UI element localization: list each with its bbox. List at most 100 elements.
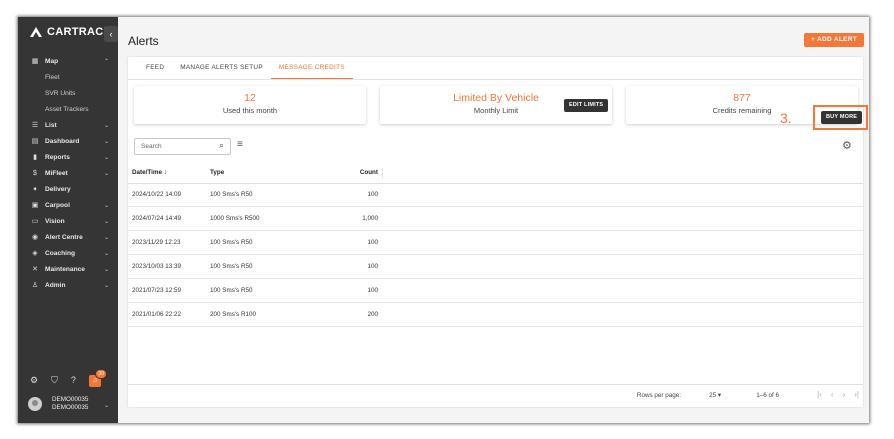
brand-name: CARTRACK xyxy=(47,26,112,38)
app-window: CARTRACK ‹ ▦ Map ⌃ Fleet SVR Units Asset Trac… xyxy=(18,17,869,423)
sidebar-item-label: Asset Trackers xyxy=(45,105,89,113)
table-row[interactable]: 2023/11/29 12:23 100 Sms's R50 100 xyxy=(128,231,863,255)
sidebar-item-maintenance[interactable]: ✕ Maintenance ⌄ xyxy=(18,261,118,277)
shield-icon[interactable]: ⛉ xyxy=(51,375,58,387)
search-box: ⌕ xyxy=(134,138,231,155)
cell-type: 100 Sms's R50 xyxy=(210,263,253,270)
used-this-month-card: 12 Used this month xyxy=(134,86,366,124)
help-icon[interactable]: ? xyxy=(71,375,76,387)
monthly-limit-card: Limited By Vehicle Monthly Limit EDIT LI… xyxy=(380,86,612,124)
chevron-down-icon: ⌄ xyxy=(103,234,109,241)
sidebar-item-dashboard[interactable]: ▤ Dashboard ⌄ xyxy=(18,133,118,149)
sidebar-item-map[interactable]: ▦ Map ⌃ xyxy=(18,53,118,69)
sidebar-item-label: Alert Centre xyxy=(45,233,83,241)
table-row[interactable]: 2024/07/24 14:49 1000 Sms's R500 1,000 xyxy=(128,207,863,231)
cell-datetime: 2021/01/06 22:22 xyxy=(132,311,182,318)
tab-feed[interactable]: FEED xyxy=(138,57,172,79)
sidebar-item-alert-centre[interactable]: ◉ Alert Centre ⌄ xyxy=(18,229,118,245)
tab-manage-alerts-setup[interactable]: MANAGE ALERTS SETUP xyxy=(172,57,271,79)
chevron-down-icon[interactable]: ⌄ xyxy=(104,402,109,409)
next-page-icon[interactable]: › xyxy=(843,390,846,399)
chevron-down-icon: ⌄ xyxy=(103,250,109,257)
sidebar-item-label: Admin xyxy=(45,281,66,289)
used-value: 12 xyxy=(244,92,256,104)
sidebar-item-label: Fleet xyxy=(45,73,60,81)
settings-icon[interactable]: ⚙ xyxy=(30,375,38,387)
table-row[interactable]: 2024/10/22 14:09 100 Sms's R50 100 xyxy=(128,183,863,207)
chevron-down-icon: ⌄ xyxy=(103,154,109,161)
column-datetime[interactable]: Date/Time ↓ xyxy=(132,169,167,176)
prev-page-icon[interactable]: ‹ xyxy=(831,390,834,399)
sidebar-item-label: Vision xyxy=(45,217,65,225)
cell-datetime: 2023/10/03 13:39 xyxy=(132,263,182,270)
last-page-icon[interactable]: ›| xyxy=(854,390,859,399)
table-row[interactable]: 2023/10/03 13:39 100 Sms's R50 100 xyxy=(128,255,863,279)
chevron-down-icon: ⌄ xyxy=(103,218,109,225)
sidebar-item-vision[interactable]: ▭ Vision ⌄ xyxy=(18,213,118,229)
buy-more-button[interactable]: BUY MORE xyxy=(821,111,863,124)
sidebar-item-mifleet[interactable]: $ MiFleet ⌄ xyxy=(18,165,118,181)
sidebar-item-asset-trackers[interactable]: Asset Trackers xyxy=(18,101,118,117)
tools-icon: ✕ xyxy=(32,266,38,273)
sidebar-item-carpool[interactable]: ▣ Carpool ⌄ xyxy=(18,197,118,213)
highlight-box: BUY MORE xyxy=(813,105,868,130)
cell-type: 100 Sms's R50 xyxy=(210,239,253,246)
cell-count: 100 xyxy=(367,263,378,270)
notifications-button[interactable]: ♫ 30 xyxy=(88,369,107,387)
vision-icon: ▭ xyxy=(31,218,39,225)
cell-type: 100 Sms's R50 xyxy=(210,191,253,198)
sidebar-item-list[interactable]: ☰ List ⌄ xyxy=(18,117,118,133)
sidebar-item-label: Map xyxy=(45,57,59,65)
sidebar-item-label: Maintenance xyxy=(45,265,85,273)
first-page-icon[interactable]: |‹ xyxy=(817,390,822,399)
chevron-down-icon: ⌄ xyxy=(103,282,109,289)
page-title: Alerts xyxy=(128,34,159,48)
sidebar-item-label: Reports xyxy=(45,153,70,161)
pagination-bar: Rows per page: 25 ▾ 1–6 of 6 |‹ ‹ › ›| xyxy=(128,384,863,408)
sidebar-item-label: Coaching xyxy=(45,249,76,257)
filter-icon[interactable]: ≡ xyxy=(237,139,243,150)
user-account: DEMO00035 xyxy=(52,404,89,411)
used-label: Used this month xyxy=(222,106,278,115)
brand-logo[interactable]: CARTRACK xyxy=(30,26,112,38)
chevron-down-icon: ⌄ xyxy=(103,202,109,209)
cell-count: 100 xyxy=(367,191,378,198)
table-row[interactable]: 2021/01/06 22:22 200 Sms's R100 200 xyxy=(128,303,863,327)
sidebar-item-reports[interactable]: ▮ Reports ⌄ xyxy=(18,149,118,165)
cell-count: 1,000 xyxy=(362,215,378,222)
sidebar-item-label: Carpool xyxy=(45,201,70,209)
sidebar-item-coaching[interactable]: ◈ Coaching ⌄ xyxy=(18,245,118,261)
map-icon: ▦ xyxy=(31,58,39,65)
add-alert-button[interactable]: + ADD ALERT xyxy=(804,33,864,47)
search-input[interactable] xyxy=(135,140,211,153)
sidebar-item-fleet[interactable]: Fleet xyxy=(18,69,118,85)
table-row[interactable]: 2021/07/23 12:59 100 Sms's R50 100 xyxy=(128,279,863,303)
collapse-sidebar-button[interactable]: ‹ xyxy=(104,26,118,42)
list-icon: ☰ xyxy=(31,122,39,129)
avatar xyxy=(28,397,42,411)
chevron-down-icon: ⌄ xyxy=(103,266,109,273)
user-profile[interactable]: DEMO00035 DEMO00035 xyxy=(28,396,88,412)
user-name: DEMO00035 xyxy=(52,396,89,403)
step-annotation: 3. xyxy=(780,110,792,126)
sidebar-item-label: Delivery xyxy=(45,185,71,193)
delivery-icon: ➧ xyxy=(32,186,38,193)
column-type[interactable]: Type xyxy=(210,169,224,176)
sidebar-item-svr-units[interactable]: SVR Units xyxy=(18,85,118,101)
chevron-down-icon: ⌄ xyxy=(103,138,109,145)
rows-per-page-value: 25 xyxy=(709,392,717,399)
sidebar-item-admin[interactable]: ♙ Admin ⌄ xyxy=(18,277,118,293)
sidebar-item-label: MiFleet xyxy=(45,169,68,177)
edit-limits-button[interactable]: EDIT LIMITS xyxy=(564,99,609,112)
tab-message-credits[interactable]: MESSAGE CREDITS xyxy=(270,57,353,79)
cell-type: 1000 Sms's R500 xyxy=(210,215,260,222)
coaching-icon: ◈ xyxy=(32,250,38,257)
table-settings-icon[interactable]: ⚙ xyxy=(842,139,852,152)
sidebar-item-delivery[interactable]: ➧ Delivery xyxy=(18,181,118,197)
search-icon[interactable]: ⌕ xyxy=(219,140,224,151)
main-content: Alerts + ADD ALERT FEED MANAGE ALERTS SE… xyxy=(118,17,869,423)
chevron-left-icon: ‹ xyxy=(109,29,113,39)
rows-per-page-select[interactable]: 25 ▾ xyxy=(709,392,721,399)
column-count[interactable]: Count xyxy=(308,169,378,176)
cell-type: 200 Sms's R100 xyxy=(210,311,257,318)
